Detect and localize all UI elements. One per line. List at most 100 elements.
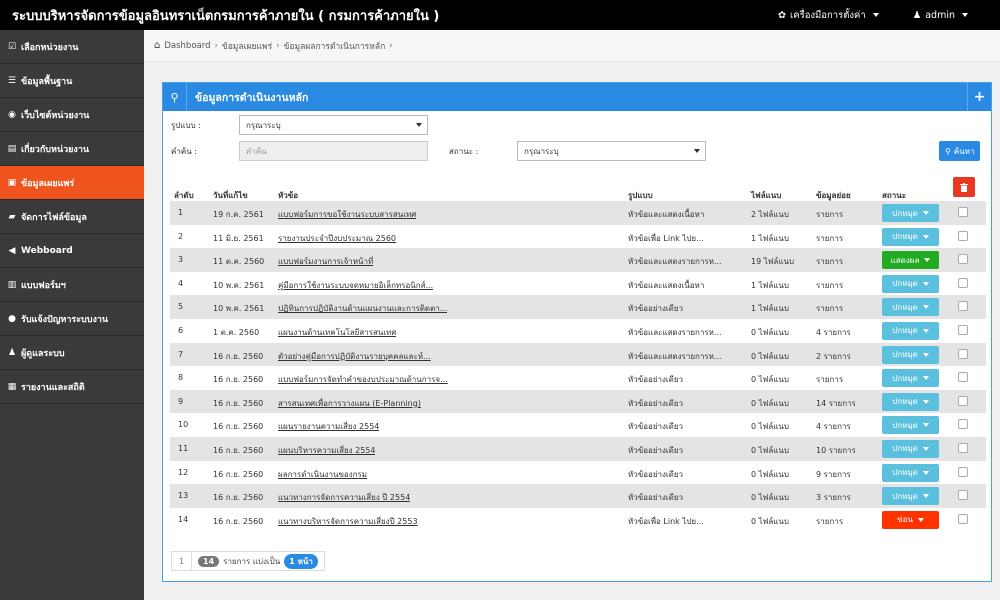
row-no: 10	[178, 420, 189, 430]
row-checkbox[interactable]	[958, 372, 968, 383]
status-dropdown-button[interactable]: ปกหมุด	[882, 463, 939, 482]
status-dropdown-button[interactable]: ปกหมุด	[882, 204, 939, 222]
status-select[interactable]: กรุณาระบุ	[517, 141, 706, 161]
row-checkbox[interactable]	[958, 254, 968, 265]
row-checkbox[interactable]	[958, 490, 968, 501]
row-title-link[interactable]: ตัวอย่างคู่มือการปฏิบัติงานรายบุคคลและห์…	[278, 350, 431, 363]
row-checkbox[interactable]	[958, 442, 968, 453]
format-select[interactable]: กรุณาระบุ	[239, 115, 428, 135]
table-row: 14 16 ก.ย. 2560 แนวทางบริหารจัดการความเสี่…	[170, 508, 986, 532]
status-dropdown-button[interactable]: ซ่อน	[882, 510, 939, 529]
row-sub: รายการ	[816, 257, 844, 267]
chevron-down-icon	[924, 258, 931, 263]
row-title-link[interactable]: แผนบริหารความเสี่ยง 2554	[278, 444, 375, 457]
status-dropdown-button[interactable]: ปกหมุด	[882, 369, 939, 388]
sidebar-item[interactable]: ▥ แบบฟอร์มฯ	[0, 268, 144, 302]
row-sub: 4 รายการ	[816, 422, 851, 432]
row-date: 19 ก.ค. 2561	[213, 210, 264, 219]
row-format: หัวข้ออย่างเดียว	[628, 304, 684, 314]
row-files: 0 ไฟล์แนบ	[751, 351, 789, 361]
row-checkbox[interactable]	[958, 207, 968, 217]
status-dropdown-button[interactable]: ปกหมุด	[882, 439, 939, 458]
row-date: 1 ต.ค. 2560	[213, 327, 260, 337]
sidebar-item[interactable]: ☑ เลือกหน่วยงาน	[0, 30, 144, 64]
search-icon[interactable]: ⚲	[163, 83, 187, 111]
row-checkbox[interactable]	[958, 301, 968, 312]
row-title-link[interactable]: ผลการดำเนินงานของกรม	[278, 468, 367, 481]
row-title-link[interactable]: ปฏิทินการปฏิบัติงานด้านแผนงานและการติดตา…	[278, 302, 447, 315]
status-dropdown-button[interactable]: ปกหมุด	[882, 487, 939, 506]
status-label: ปกหมุด	[892, 302, 918, 312]
row-files: 0 ไฟล์แนบ	[751, 398, 789, 408]
row-checkbox[interactable]	[958, 513, 968, 524]
row-files: 0 ไฟล์แนบ	[751, 375, 789, 385]
breadcrumb-level2: ข้อมูลผลการดำเนินการหลัก	[283, 41, 386, 52]
status-label: ปกหมุด	[892, 279, 918, 289]
chevron-down-icon	[416, 123, 422, 127]
row-checkbox[interactable]	[958, 395, 968, 406]
search-button[interactable]: ⚲ ค้นหา	[939, 141, 981, 161]
sidebar-item[interactable]: ◀ Webboard	[0, 234, 144, 268]
sidebar-item[interactable]: ☰ ข้อมูลพื้นฐาน	[0, 64, 144, 98]
row-no: 11	[178, 443, 189, 453]
row-checkbox[interactable]	[958, 324, 968, 335]
row-sub: 3 รายการ	[816, 493, 851, 503]
row-title-link[interactable]: รายงานประจำปีงบประมาณ 2560	[278, 232, 396, 245]
status-dropdown-button[interactable]: ปกหมุด	[882, 298, 939, 317]
keyword-placeholder: คำค้น	[246, 146, 267, 156]
row-checkbox[interactable]	[958, 348, 968, 359]
row-checkbox[interactable]	[958, 230, 968, 241]
row-sub: 9 รายการ	[816, 469, 851, 479]
page-number[interactable]: 1	[172, 552, 192, 570]
row-title-link[interactable]: แผนรายงานความเสี่ยง 2554	[278, 420, 379, 433]
status-dropdown-button[interactable]: ปกหมุด	[882, 227, 939, 246]
status-dropdown-button[interactable]: ปกหมุด	[882, 345, 939, 364]
row-files: 0 ไฟล์แนบ	[751, 445, 789, 455]
row-title-link[interactable]: แบบฟอร์มงานการเจ้าหน้าที่	[278, 255, 373, 268]
row-checkbox[interactable]	[958, 277, 968, 288]
sidebar-item[interactable]: ◉ เว็บไซต์หน่วยงาน	[0, 98, 144, 132]
row-title-link[interactable]: สารสนเทศเพื่อการวางแผน (E-Planning)	[278, 397, 421, 410]
chevron-down-icon	[922, 494, 929, 499]
breadcrumb-home[interactable]: Dashboard	[164, 41, 210, 51]
sidebar-item[interactable]: ● รับแจ้งปัญหาระบบงาน	[0, 302, 144, 336]
keyword-input[interactable]: คำค้น	[239, 141, 428, 161]
chart-icon: ▦	[7, 381, 17, 392]
table-row: 3 11 ต.ค. 2560 แบบฟอร์มงานการเจ้าหน้าที่ หั…	[170, 248, 986, 272]
status-label: สถานะ :	[449, 147, 479, 156]
list-icon: ☰	[7, 75, 17, 86]
top-bar: ระบบบริหารจัดการข้อมูลอินทราเน็ตกรมการค้…	[0, 0, 1000, 30]
document-icon: ▤	[7, 143, 17, 154]
row-sub: รายการ	[816, 280, 844, 290]
add-icon[interactable]: +	[967, 83, 991, 111]
settings-menu[interactable]: ✿ เครื่องมือการตั้งค่า	[778, 8, 879, 23]
row-sub: 4 รายการ	[816, 327, 851, 337]
row-title-link[interactable]: แบบฟอร์มการขอใช้งานระบบสารสนเทศ	[278, 208, 416, 221]
status-dropdown-button[interactable]: ปกหมุด	[882, 274, 939, 293]
breadcrumb-level1[interactable]: ข้อมูลเผยแพร่	[222, 39, 272, 53]
sidebar-item[interactable]: ♟ ผู้ดูแลระบบ	[0, 336, 144, 370]
row-no: 6	[178, 325, 184, 335]
row-sub: รายการ	[816, 210, 844, 219]
row-checkbox[interactable]	[958, 419, 968, 430]
status-dropdown-button[interactable]: ปกหมุด	[882, 416, 939, 435]
status-dropdown-button[interactable]: แสดงผล	[882, 251, 939, 270]
sidebar-item[interactable]: ▣ ข้อมูลเผยแพร่	[0, 166, 144, 200]
status-label: ปกหมุด	[892, 491, 918, 501]
row-title-link[interactable]: แนวทางการจัดการความเสี่ยง ปี 2554	[278, 491, 410, 504]
row-checkbox[interactable]	[958, 466, 968, 477]
row-title-link[interactable]: แบบฟอร์มการจัดทำคำของบประมาณด้านการจ...	[278, 373, 448, 386]
row-title-link[interactable]: คู่มือการใช้งานระบบจดหมายอิเล็กทรอนิกส์.…	[278, 279, 433, 292]
status-dropdown-button[interactable]: ปกหมุด	[882, 321, 939, 340]
sidebar-item[interactable]: ▦ รายงานและสถิติ	[0, 370, 144, 404]
sidebar-item-label: รับแจ้งปัญหาระบบงาน	[21, 314, 109, 325]
user-menu[interactable]: ♟ admin	[913, 10, 968, 21]
sidebar-item[interactable]: ▰ จัดการไฟล์ข้อมูล	[0, 200, 144, 234]
status-dropdown-button[interactable]: ปกหมุด	[882, 392, 939, 411]
row-no: 12	[178, 467, 189, 477]
row-files: 0 ไฟล์แนบ	[751, 493, 789, 503]
sidebar-item[interactable]: ▤ เกี่ยวกับหน่วยงาน	[0, 132, 144, 166]
row-sub: รายการ	[816, 516, 844, 526]
row-title-link[interactable]: แผนงานด้านเทคโนโลยีสารสนเทศ	[278, 326, 396, 339]
row-title-link[interactable]: แนวทางบริหารจัดการความเสี่ยงปี 2553	[278, 515, 418, 528]
